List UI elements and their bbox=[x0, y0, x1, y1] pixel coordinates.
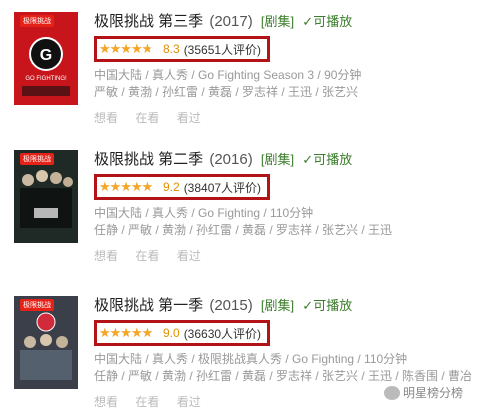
watching-link[interactable]: 在看 bbox=[135, 249, 159, 263]
year: (2017) bbox=[209, 13, 253, 30]
svg-text:G: G bbox=[40, 47, 52, 64]
watched-link[interactable]: 看过 bbox=[177, 249, 201, 263]
rating-count[interactable]: (36630人评价) bbox=[184, 325, 261, 342]
poster-image[interactable]: 极限挑战 bbox=[14, 150, 78, 243]
play-label: 可播放 bbox=[313, 152, 353, 167]
rating-score: 9.2 bbox=[163, 180, 180, 194]
play-link[interactable]: ✓可播放 bbox=[302, 14, 352, 29]
cast-line: 严敏 / 黄渤 / 孙红雷 / 黄磊 / 罗志祥 / 王迅 / 张艺兴 bbox=[94, 85, 359, 99]
check-icon: ✓ bbox=[302, 298, 314, 313]
watched-link[interactable]: 看过 bbox=[177, 111, 201, 125]
meta-line: 中国大陆 / 真人秀 / Go Fighting / 110分钟 bbox=[94, 206, 314, 220]
poster-image[interactable]: 极限挑战 G GO FIGHTING! bbox=[14, 12, 78, 105]
category-tag: [剧集] bbox=[260, 14, 295, 29]
play-link[interactable]: ✓可播放 bbox=[302, 152, 352, 167]
action-links: 想看 在看 看过 bbox=[94, 393, 215, 410]
want-to-watch-link[interactable]: 想看 bbox=[94, 111, 118, 125]
rating-score: 8.3 bbox=[163, 42, 180, 56]
rating-score: 9.0 bbox=[163, 326, 180, 340]
category-tag: [剧集] bbox=[260, 298, 295, 313]
title-row: 极限挑战 第二季 (2016) [剧集] ✓可播放 bbox=[94, 148, 352, 169]
title-link[interactable]: 极限挑战 第一季 bbox=[94, 297, 203, 314]
check-icon: ✓ bbox=[302, 152, 314, 167]
star-rating: ★★★★★ ★★★★★ bbox=[99, 42, 161, 56]
poster-image[interactable]: 极限挑战 bbox=[14, 296, 78, 389]
title-row: 极限挑战 第一季 (2015) [剧集] ✓可播放 bbox=[94, 294, 352, 315]
rating-box: ★★★★★ ★★★★★ 9.2 (38407人评价) bbox=[94, 174, 270, 200]
poster-badge: 极限挑战 bbox=[20, 15, 54, 27]
action-links: 想看 在看 看过 bbox=[94, 247, 215, 264]
poster-caption: GO FIGHTING! bbox=[25, 76, 67, 82]
rating-count[interactable]: (35651人评价) bbox=[184, 41, 261, 58]
year: (2015) bbox=[209, 297, 253, 314]
star-rating: ★★★★★ ★★★★★ bbox=[99, 180, 161, 194]
rating-box: ★★★★★ ★★★★★ 8.3 (35651人评价) bbox=[94, 36, 270, 62]
title-link[interactable]: 极限挑战 第三季 bbox=[94, 13, 203, 30]
year: (2016) bbox=[209, 151, 253, 168]
play-label: 可播放 bbox=[313, 298, 353, 313]
category-tag: [剧集] bbox=[260, 152, 295, 167]
play-link[interactable]: ✓可播放 bbox=[302, 298, 352, 313]
star-rating: ★★★★★ ★★★★★ bbox=[99, 326, 161, 340]
star-filled-icon: ★★★★★ bbox=[99, 180, 153, 194]
play-label: 可播放 bbox=[313, 14, 353, 29]
title-row: 极限挑战 第三季 (2017) [剧集] ✓可播放 bbox=[94, 10, 352, 31]
poster-badge: 极限挑战 bbox=[20, 153, 54, 165]
meta-line: 中国大陆 / 真人秀 / Go Fighting Season 3 / 90分钟 bbox=[94, 68, 362, 82]
cast-line: 任静 / 严敏 / 黄渤 / 孙红雷 / 黄磊 / 罗志祥 / 张艺兴 / 王迅… bbox=[94, 369, 473, 383]
poster-badge: 极限挑战 bbox=[20, 299, 54, 311]
wechat-icon bbox=[383, 385, 400, 400]
cast-line: 任静 / 严敏 / 黄渤 / 孙红雷 / 黄磊 / 罗志祥 / 张艺兴 / 王迅 bbox=[94, 223, 393, 237]
want-to-watch-link[interactable]: 想看 bbox=[94, 249, 118, 263]
rating-count[interactable]: (38407人评价) bbox=[184, 179, 261, 196]
meta-line: 中国大陆 / 真人秀 / 极限挑战真人秀 / Go Fighting / 110… bbox=[94, 352, 408, 366]
watching-link[interactable]: 在看 bbox=[135, 111, 159, 125]
star-filled-icon: ★★★★★ bbox=[99, 326, 153, 340]
watermark: 明星榜分榜 bbox=[383, 384, 463, 401]
watermark-text: 明星榜分榜 bbox=[402, 386, 463, 400]
rating-box: ★★★★★ ★★★★★ 9.0 (36630人评价) bbox=[94, 320, 270, 346]
title-link[interactable]: 极限挑战 第二季 bbox=[94, 151, 203, 168]
star-filled-icon: ★★★★★ bbox=[99, 42, 151, 56]
action-links: 想看 在看 看过 bbox=[94, 109, 215, 126]
check-icon: ✓ bbox=[302, 14, 314, 29]
